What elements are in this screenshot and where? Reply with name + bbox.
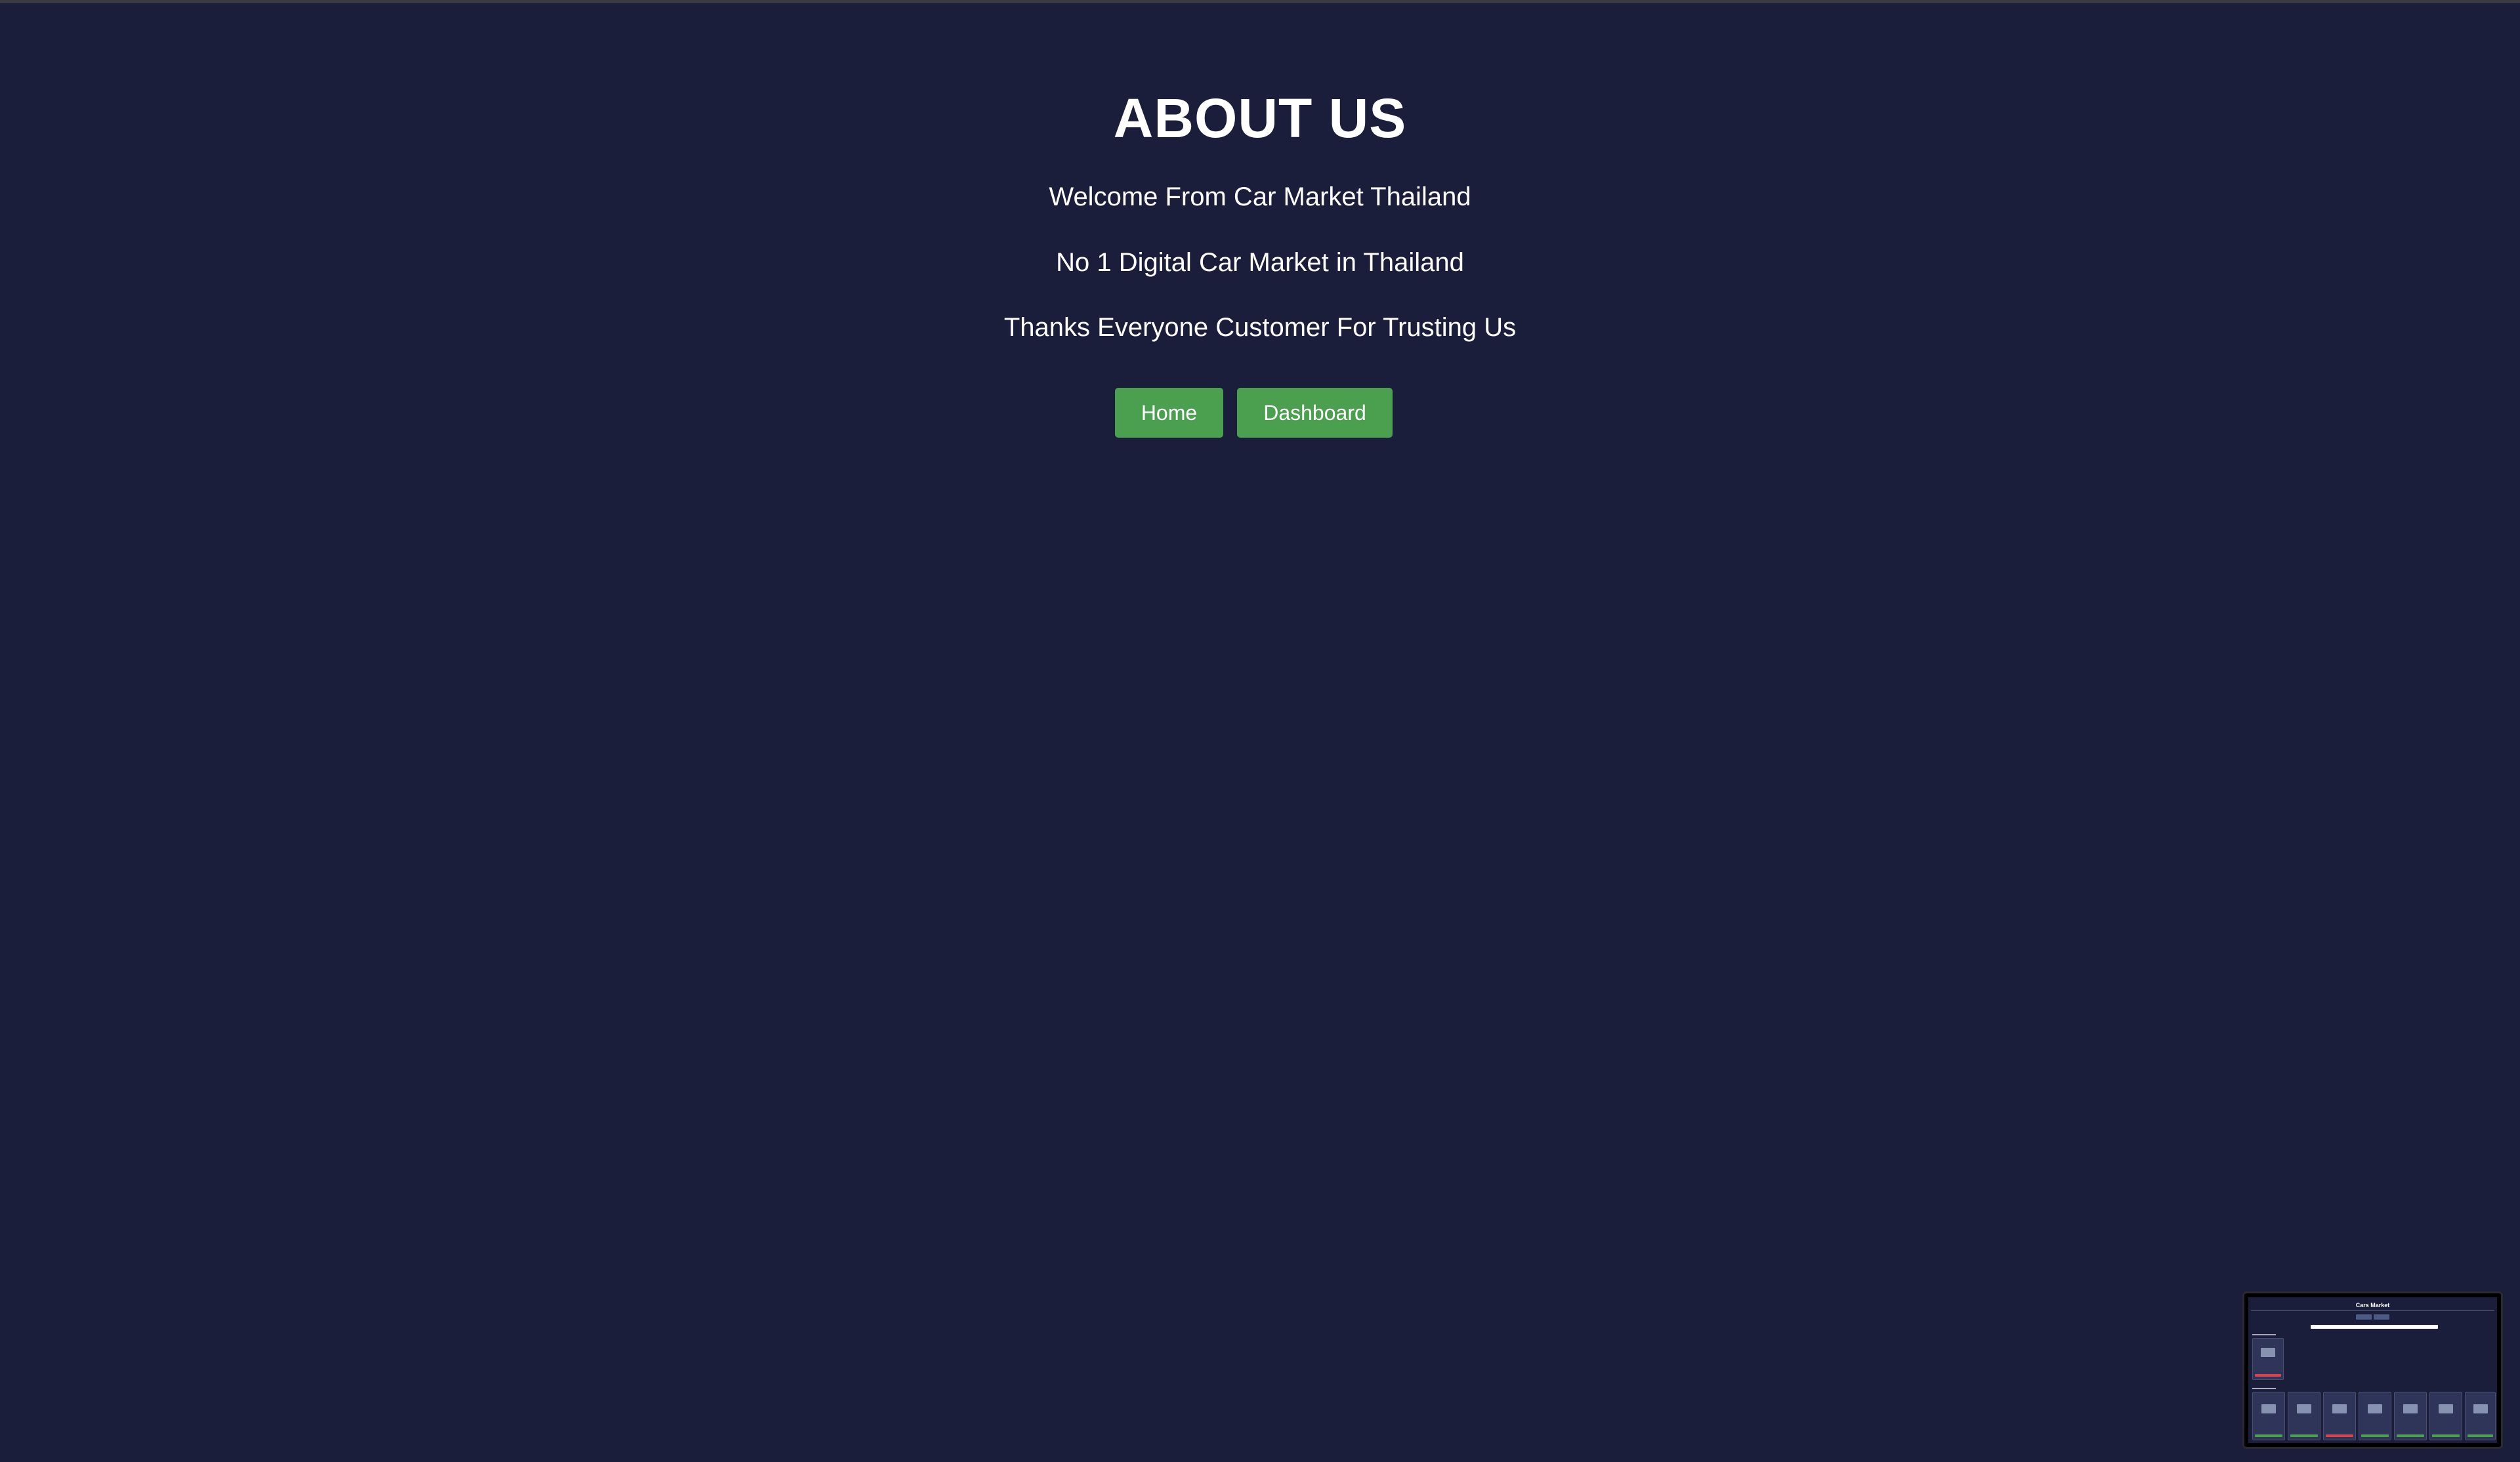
preview-car-image bbox=[2403, 1404, 2418, 1413]
preview-button bbox=[2356, 1314, 2372, 1320]
preview-section-label bbox=[2252, 1388, 2276, 1389]
preview-car-card bbox=[2252, 1392, 2285, 1440]
home-button[interactable]: Home bbox=[1115, 388, 1223, 438]
dashboard-button[interactable]: Dashboard bbox=[1237, 388, 1393, 438]
preview-car-image bbox=[2473, 1404, 2488, 1413]
preview-car-image bbox=[2439, 1404, 2453, 1413]
thanks-text: Thanks Everyone Customer For Trusting Us bbox=[1003, 313, 1517, 342]
preview-card-button bbox=[2397, 1434, 2424, 1437]
preview-card-button bbox=[2361, 1434, 2389, 1437]
nav-button-row: Home Dashboard bbox=[1115, 388, 1393, 438]
preview-section-label bbox=[2252, 1334, 2276, 1335]
preview-card-button bbox=[2290, 1434, 2318, 1437]
preview-screen: Cars Market bbox=[2248, 1297, 2497, 1443]
preview-car-card bbox=[2288, 1392, 2320, 1440]
preview-card-button bbox=[2326, 1434, 2353, 1437]
about-page: ABOUT US Welcome From Car Market Thailan… bbox=[0, 0, 2520, 1462]
preview-button bbox=[2374, 1314, 2389, 1320]
preview-car-card bbox=[2323, 1392, 2356, 1440]
page-title: ABOUT US bbox=[1113, 87, 1407, 149]
preview-card-button bbox=[2255, 1434, 2282, 1437]
welcome-text: Welcome From Car Market Thailand bbox=[1049, 182, 1471, 211]
preview-button-row bbox=[2356, 1314, 2389, 1320]
preview-car-image bbox=[2261, 1348, 2275, 1357]
preview-title: Cars Market bbox=[2355, 1302, 2390, 1308]
preview-car-card bbox=[2429, 1392, 2462, 1440]
preview-card-button bbox=[2468, 1434, 2493, 1437]
preview-car-image bbox=[2368, 1404, 2382, 1413]
preview-car-image bbox=[2297, 1404, 2311, 1413]
preview-car-image bbox=[2332, 1404, 2347, 1413]
preview-card-button bbox=[2432, 1434, 2460, 1437]
preview-featured-card bbox=[2252, 1338, 2284, 1380]
preview-car-image bbox=[2261, 1404, 2276, 1413]
preview-divider bbox=[2251, 1310, 2494, 1311]
page-preview-thumbnail[interactable]: Cars Market bbox=[2242, 1291, 2503, 1449]
preview-car-card bbox=[2465, 1392, 2496, 1440]
tagline-text: No 1 Digital Car Market in Thailand bbox=[1056, 248, 1464, 277]
preview-car-card bbox=[2394, 1392, 2427, 1440]
preview-car-card bbox=[2359, 1392, 2391, 1440]
preview-search-bar bbox=[2311, 1325, 2438, 1329]
preview-card-button bbox=[2255, 1374, 2281, 1377]
